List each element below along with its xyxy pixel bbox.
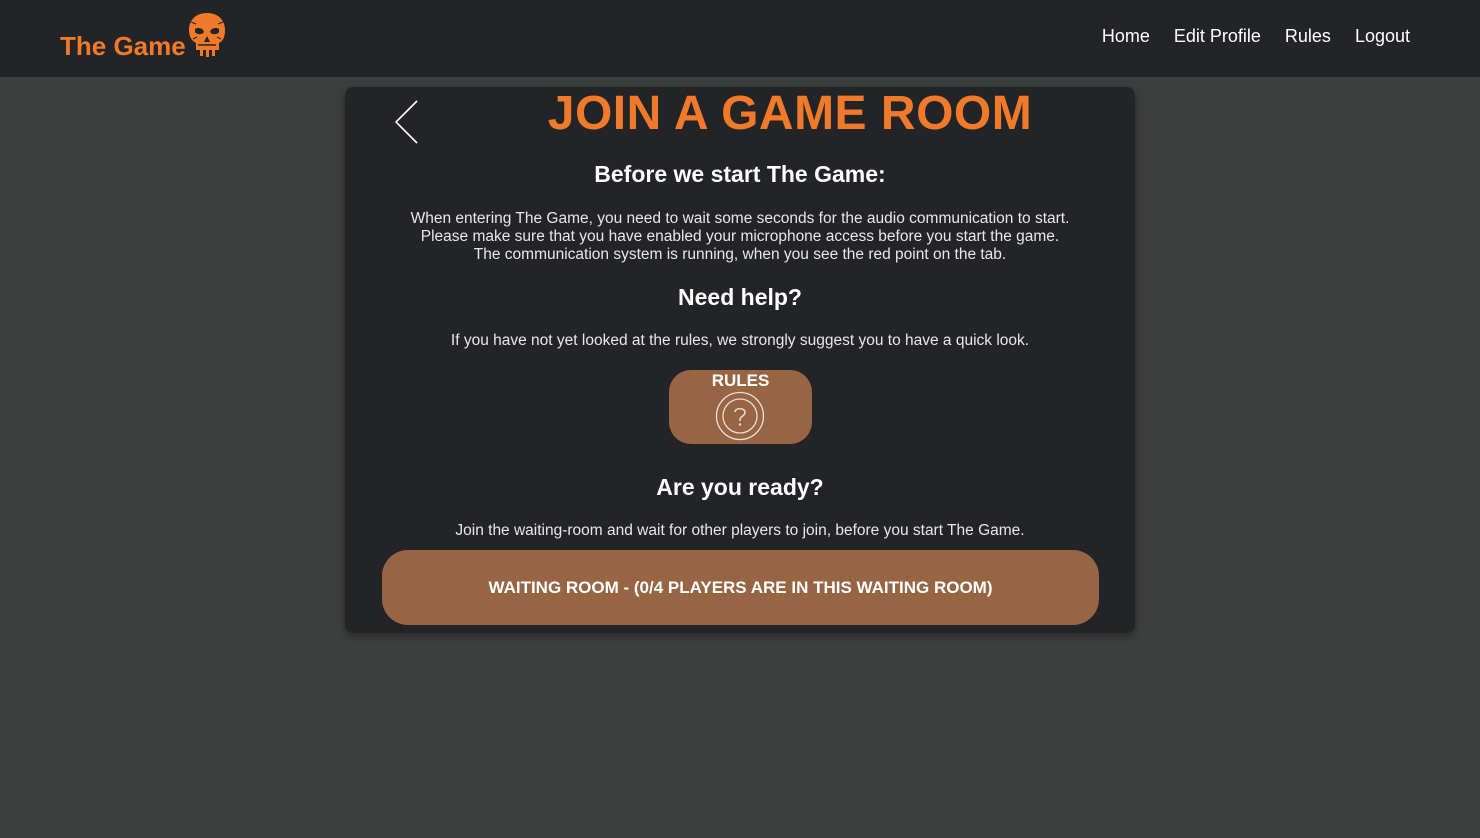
join-room-card: JOIN A GAME ROOM Before we start The Gam… <box>345 87 1135 633</box>
page-title: JOIN A GAME ROOM <box>547 87 1033 140</box>
nav-home-link[interactable]: Home <box>1102 26 1150 47</box>
before-start-line-2: Please make sure that you have enabled y… <box>420 228 1060 245</box>
before-start-line-3: The communication system is running, whe… <box>473 246 1007 263</box>
nav-rules-link[interactable]: Rules <box>1285 26 1331 47</box>
rules-button-label: RULES <box>711 371 770 390</box>
brand-name: The Game <box>60 31 186 61</box>
need-help-heading: Need help? <box>678 284 802 310</box>
before-start-line-1: When entering The Game, you need to wait… <box>410 210 1070 227</box>
need-help-text: If you have not yet looked at the rules,… <box>450 332 1030 349</box>
skull-icon <box>188 13 225 57</box>
are-you-ready-heading: Are you ready? <box>656 474 824 500</box>
nav-edit-profile-link[interactable]: Edit Profile <box>1174 26 1261 47</box>
brand-logo[interactable]: The Game <box>60 12 226 62</box>
top-navbar: The Game Home Edit Profile Rules Logout <box>0 0 1480 77</box>
before-start-heading: Before we start The Game: <box>594 161 886 187</box>
are-you-ready-text: Join the waiting-room and wait for other… <box>455 522 1025 539</box>
waiting-room-button[interactable]: WAITING ROOM - (0/4 PLAYERS ARE IN THIS … <box>382 550 1099 625</box>
nav-menu: Home Edit Profile Rules Logout <box>1102 26 1410 47</box>
rules-button[interactable]: RULES <box>669 370 812 444</box>
waiting-room-button-label: WAITING ROOM - (0/4 PLAYERS ARE IN THIS … <box>488 577 993 597</box>
nav-logout-link[interactable]: Logout <box>1355 26 1410 47</box>
question-mark-icon <box>715 391 765 441</box>
